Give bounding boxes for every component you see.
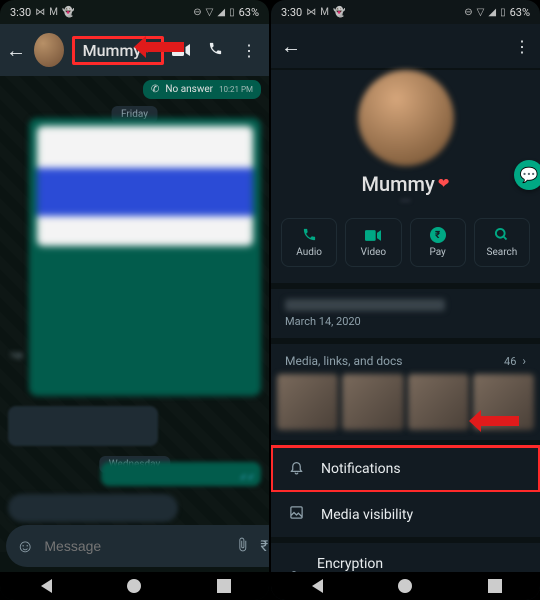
clock: 3:30: [281, 6, 302, 19]
forward-icon[interactable]: ↪: [11, 348, 23, 364]
new-chat-fab[interactable]: 💬: [514, 160, 540, 190]
photo-thumbnail: [37, 126, 253, 246]
nav-recent[interactable]: [488, 579, 502, 593]
about-block[interactable]: March 14, 2020: [271, 289, 540, 338]
heart-icon: ❤: [438, 176, 450, 192]
search-icon: [494, 227, 509, 243]
contact-name[interactable]: Mummy ❤: [72, 36, 164, 65]
media-thumbnails: [271, 374, 540, 440]
nav-back[interactable]: [38, 579, 52, 593]
signal-icon: ◢: [217, 7, 225, 18]
clock: 3:30: [10, 6, 31, 19]
battery-pct: 63%: [510, 6, 530, 19]
search-button[interactable]: Search: [474, 218, 530, 267]
missed-call-bubble[interactable]: ✆ No answer 10:21 PM: [143, 80, 261, 99]
attach-icon[interactable]: [235, 537, 250, 556]
avatar[interactable]: [34, 33, 64, 67]
mail-icon: M: [49, 7, 58, 18]
video-call-icon[interactable]: [172, 41, 190, 60]
chat-header: ← Mummy ❤ ⋮: [0, 24, 269, 76]
mail-icon: M: [320, 7, 329, 18]
setting-label: Encryption: [317, 556, 524, 572]
media-thumb[interactable]: [408, 374, 469, 430]
msg-icon: ⋈: [306, 7, 316, 18]
chat-body[interactable]: ✆ No answer 10:21 PM Friday ↪ Wednesday …: [0, 76, 269, 552]
msg-icon: ⋈: [35, 7, 45, 18]
profile-screen: 3:30 ⋈ M 👻 ⊖ ▽ ◢ ▯ 63% ← ⋮ 💬 Mummy ❤ •••…: [271, 0, 540, 600]
profile-name: Mummy ❤: [271, 172, 540, 196]
phone-icon: [302, 227, 317, 243]
battery-pct: 63%: [239, 6, 259, 19]
profile-avatar[interactable]: [358, 70, 454, 166]
video-icon: [365, 227, 381, 243]
back-button[interactable]: ←: [6, 38, 26, 63]
back-button[interactable]: ←: [281, 34, 301, 59]
profile-phone: •••: [271, 196, 540, 210]
dnd-icon: ⊖: [193, 7, 201, 18]
video-call-button[interactable]: Video: [345, 218, 401, 267]
missed-time: 10:21 PM: [219, 85, 253, 94]
battery-icon: ▯: [500, 7, 506, 18]
media-count: 46: [504, 355, 516, 368]
voice-call-icon[interactable]: [208, 41, 223, 60]
media-header[interactable]: Media, links, and docs 46 ›: [271, 344, 540, 374]
signal-icon: ◢: [488, 7, 496, 18]
nav-home[interactable]: [398, 579, 412, 593]
battery-icon: ▯: [229, 7, 235, 18]
chevron-right-icon: ›: [522, 354, 526, 368]
android-nav: [0, 572, 269, 600]
phone-x-icon: ✆: [151, 84, 159, 95]
status-bar: 3:30 ⋈ M 👻 ⊖ ▽ ◢ ▯ 63%: [0, 0, 269, 24]
dnd-icon: ⊖: [464, 7, 472, 18]
more-icon[interactable]: ⋮: [241, 41, 257, 60]
nav-back[interactable]: [309, 579, 323, 593]
action-label: Search: [487, 247, 518, 258]
media-label: Media, links, and docs: [285, 354, 402, 368]
pay-button[interactable]: ₹ Pay: [410, 218, 466, 267]
media-thumb[interactable]: [342, 374, 403, 430]
notifications-setting[interactable]: Notifications: [271, 446, 540, 492]
media-thumb[interactable]: [473, 374, 534, 430]
action-row: Audio Video ₹ Pay Search: [271, 210, 540, 277]
missed-label: No answer: [165, 84, 213, 95]
outgoing-bubble[interactable]: ✓✓: [101, 462, 261, 486]
setting-label: Media visibility: [321, 507, 413, 523]
ghost-icon: 👻: [333, 7, 345, 18]
status-bar: 3:30 ⋈ M 👻 ⊖ ▽ ◢ ▯ 63%: [271, 0, 540, 24]
voice-message[interactable]: [8, 494, 178, 522]
image-icon: [287, 505, 305, 524]
media-message[interactable]: ↪: [29, 118, 261, 396]
action-label: Video: [361, 247, 386, 258]
emoji-icon[interactable]: ☺: [16, 536, 34, 557]
message-input-pill[interactable]: ☺ ₹: [6, 525, 269, 567]
android-nav: [271, 572, 540, 600]
message-input[interactable]: [44, 538, 225, 554]
rupee-icon: ₹: [430, 227, 446, 243]
contact-name-text: Mummy: [83, 41, 142, 60]
setting-label: Notifications: [321, 461, 401, 477]
rupee-icon[interactable]: ₹: [260, 537, 268, 555]
ghost-icon: 👻: [62, 7, 74, 18]
about-text: [285, 299, 445, 311]
about-date: March 14, 2020: [285, 315, 526, 328]
chat-input-row: ☺ ₹: [0, 522, 269, 570]
read-ticks-icon: ✓✓: [240, 473, 255, 483]
wifi-icon: ▽: [477, 7, 485, 18]
incoming-bubble[interactable]: [8, 406, 158, 446]
audio-call-button[interactable]: Audio: [281, 218, 337, 267]
nav-home[interactable]: [127, 579, 141, 593]
chat-screen: 3:30 ⋈ M 👻 ⊖ ▽ ◢ ▯ 63% ← Mummy ❤: [0, 0, 269, 600]
profile-header: ← ⋮: [271, 24, 540, 68]
action-label: Pay: [429, 247, 445, 258]
bell-icon: [287, 459, 305, 479]
more-icon[interactable]: ⋮: [514, 37, 530, 56]
heart-icon: ❤: [141, 42, 153, 58]
wifi-icon: ▽: [206, 7, 214, 18]
action-label: Audio: [296, 247, 322, 258]
media-thumb[interactable]: [277, 374, 338, 430]
nav-recent[interactable]: [217, 579, 231, 593]
media-visibility-setting[interactable]: Media visibility: [271, 492, 540, 537]
